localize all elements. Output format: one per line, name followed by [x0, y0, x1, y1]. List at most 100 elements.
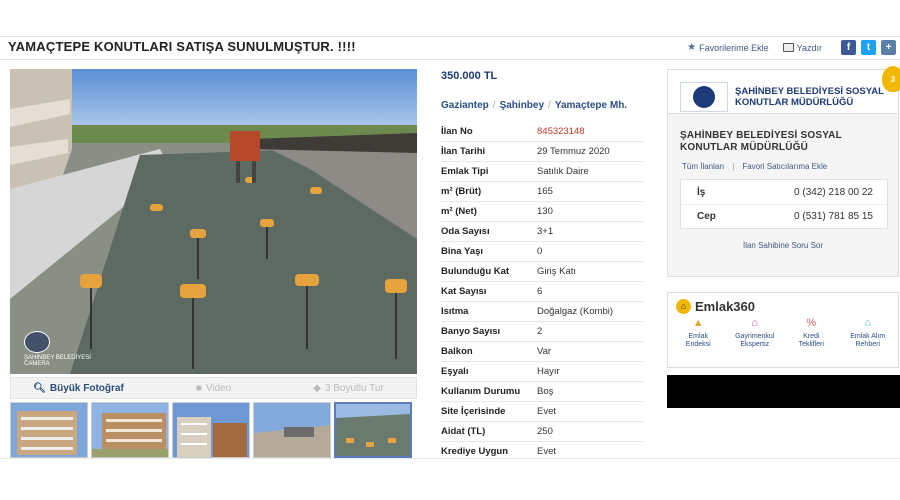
- detail-value: Boş: [537, 386, 554, 397]
- item-label: Emlak Alım: [850, 333, 886, 340]
- membership-years-badge: 3: [882, 66, 900, 92]
- thumbnail-image: [254, 403, 330, 457]
- thumbnail[interactable]: [91, 402, 169, 458]
- detail-value: 3+1: [537, 226, 554, 237]
- detail-label: Banyo Sayısı: [441, 326, 501, 337]
- seller-name-line2: KONUTLAR MÜDÜRLÜĞÜ: [680, 142, 809, 153]
- thumbnail-image: [336, 404, 410, 456]
- house-appraisal-icon: ⌂: [751, 317, 759, 329]
- detail-row: Bulunduğu Kat Giriş Katı: [441, 262, 643, 282]
- seller-logo[interactable]: [680, 82, 728, 112]
- print-button[interactable]: Yazdır: [782, 42, 822, 53]
- twitter-icon: t: [866, 42, 871, 53]
- thumbnail[interactable]: [10, 402, 88, 458]
- seller-name-line1: ŞAHİNBEY BELEDİYESİ SOSYAL: [680, 130, 842, 141]
- big-photo-label: Büyük Fotoğraf: [49, 382, 124, 394]
- title-bar: YAMAÇTEPE KONUTLARI SATIŞA SUNULMUŞTUR. …: [0, 36, 900, 60]
- item-label: Emlak: [688, 333, 708, 340]
- detail-label: Aidat (TL): [441, 426, 486, 437]
- detail-label: Bulunduğu Kat: [441, 266, 510, 277]
- breadcrumb-neighborhood[interactable]: Yamaçtepe Mh.: [555, 100, 627, 111]
- location-breadcrumb: Gaziantep / Şahinbey / Yamaçtepe Mh.: [441, 100, 628, 111]
- detail-label: m² (Net): [441, 206, 477, 217]
- video-button[interactable]: ■ Video: [146, 383, 281, 394]
- thumbnail[interactable]: [172, 402, 250, 458]
- detail-label: İlan Tarihi: [441, 146, 486, 157]
- listing-details: İlan No 845323148 İlan Tarihi 29 Temmuz 20…: [441, 122, 643, 462]
- item-label: Ekspertiz: [740, 341, 770, 348]
- detail-label: Isıtma: [441, 306, 469, 317]
- detail-label: Kat Sayısı: [441, 286, 487, 297]
- facebook-icon: f: [846, 42, 851, 53]
- thumbnail-selected[interactable]: [334, 402, 412, 458]
- detail-row: Balkon Var: [441, 342, 643, 362]
- big-photo-button[interactable]: 🔍︎ Büyük Fotoğraf: [11, 383, 146, 394]
- gplus-icon: +: [885, 42, 892, 53]
- breadcrumb-district[interactable]: Şahinbey: [500, 100, 544, 111]
- detail-value: 0: [537, 246, 543, 257]
- virtual-tour-button[interactable]: ◆ 3 Boyutlu Tur: [281, 383, 416, 394]
- all-listings-link[interactable]: Tüm İlanları: [682, 162, 724, 171]
- favorite-button[interactable]: ★ Favorilerime Ekle: [687, 42, 769, 53]
- main-photo[interactable]: ŞAHINBEY BELEDİYESİ CAMERA: [10, 69, 417, 374]
- guide-house-icon: ⌂: [864, 317, 872, 329]
- photo-toolbar: 🔍︎ Büyük Fotoğraf ■ Video ◆ 3 Boyutlu Tu…: [10, 377, 417, 399]
- gplus-share-button[interactable]: +: [881, 40, 896, 55]
- item-label: Teklifleri: [798, 341, 824, 348]
- photo-watermark: ŞAHINBEY BELEDİYESİ CAMERA: [24, 331, 91, 367]
- buying-guide-link[interactable]: ⌂ Emlak Alım Rehberi: [840, 317, 896, 349]
- ask-seller-link[interactable]: İlan Sahibine Soru Sor: [668, 241, 898, 250]
- seller-header: ŞAHİNBEY BELEDİYESİ SOSYAL KONUTLAR MÜDÜ…: [668, 66, 900, 114]
- twitter-share-button[interactable]: t: [861, 40, 876, 55]
- print-label: Yazdır: [796, 42, 822, 53]
- item-label: Rehberi: [855, 341, 880, 348]
- mobile-phone-label: Cep: [697, 211, 716, 222]
- star-icon: ★: [687, 42, 697, 53]
- detail-row: Eşyalı Hayır: [441, 362, 643, 382]
- mobile-phone-row[interactable]: Cep 0 (531) 781 85 15: [681, 204, 887, 228]
- detail-value: 29 Temmuz 2020: [537, 146, 610, 157]
- seller-box: ŞAHİNBEY BELEDİYESİ SOSYAL KONUTLAR MÜDÜ…: [667, 66, 900, 277]
- detail-row: Site İçerisinde Evet: [441, 402, 643, 422]
- chart-icon: ▲: [692, 317, 704, 329]
- seller-brand-line1: ŞAHİNBEY BELEDİYESİ SOSYAL: [735, 86, 884, 97]
- seller-name: ŞAHİNBEY BELEDİYESİ SOSYAL KONUTLAR MÜDÜ…: [668, 114, 898, 154]
- detail-row: m² (Net) 130: [441, 202, 643, 222]
- item-label: Gayrimenkul: [735, 333, 775, 340]
- item-label: Endeksi: [685, 341, 711, 348]
- detail-label: Eşyalı: [441, 366, 469, 377]
- listing-title: YAMAÇTEPE KONUTLARI SATIŞA SUNULMUŞTUR. …: [8, 39, 356, 54]
- mobile-phone-number: 0 (531) 781 85 15: [794, 211, 873, 222]
- thumbnail[interactable]: [253, 402, 331, 458]
- detail-value: 2: [537, 326, 543, 337]
- emlak-index-link[interactable]: ▲ Emlak Endeksi: [670, 317, 726, 349]
- detail-label: m² (Brüt): [441, 186, 482, 197]
- printer-icon: [782, 43, 794, 52]
- thumbnail-image: [173, 403, 249, 457]
- work-phone-row[interactable]: İş 0 (342) 218 00 22: [681, 180, 887, 204]
- detail-row: Banyo Sayısı 2: [441, 322, 643, 342]
- share-buttons: f t +: [836, 40, 896, 55]
- ad-banner[interactable]: [667, 375, 900, 408]
- detail-value: Evet: [537, 406, 557, 417]
- listing-number: 845323148: [537, 126, 585, 137]
- detail-value: Satılık Daire: [537, 166, 589, 177]
- appraisal-link[interactable]: ⌂ Gayrimenkul Ekspertiz: [727, 317, 783, 349]
- thumbnail-strip: [10, 402, 417, 458]
- favorite-seller-link[interactable]: Favori Satıcılarıma Ekle: [742, 162, 827, 171]
- watermark-line2: CAMERA: [24, 361, 50, 367]
- facebook-share-button[interactable]: f: [841, 40, 856, 55]
- detail-row: Oda Sayısı 3+1: [441, 222, 643, 242]
- seller-phones: İş 0 (342) 218 00 22 Cep 0 (531) 781 85 …: [680, 179, 888, 229]
- virtual-tour-label: 3 Boyutlu Tur: [324, 382, 384, 394]
- detail-value: 165: [537, 186, 553, 197]
- detail-value: 250: [537, 426, 553, 437]
- detail-row: m² (Brüt) 165: [441, 182, 643, 202]
- loan-offers-link[interactable]: % Kredi Teklifleri: [783, 317, 839, 349]
- video-label: Video: [205, 382, 232, 394]
- cube-icon: ◆: [313, 382, 321, 394]
- seller-brand[interactable]: ŞAHİNBEY BELEDİYESİ SOSYAL KONUTLAR MÜDÜ…: [735, 86, 884, 108]
- favorite-label: Favorilerime Ekle: [699, 42, 769, 53]
- percent-icon: %: [806, 317, 817, 329]
- breadcrumb-city[interactable]: Gaziantep: [441, 100, 489, 111]
